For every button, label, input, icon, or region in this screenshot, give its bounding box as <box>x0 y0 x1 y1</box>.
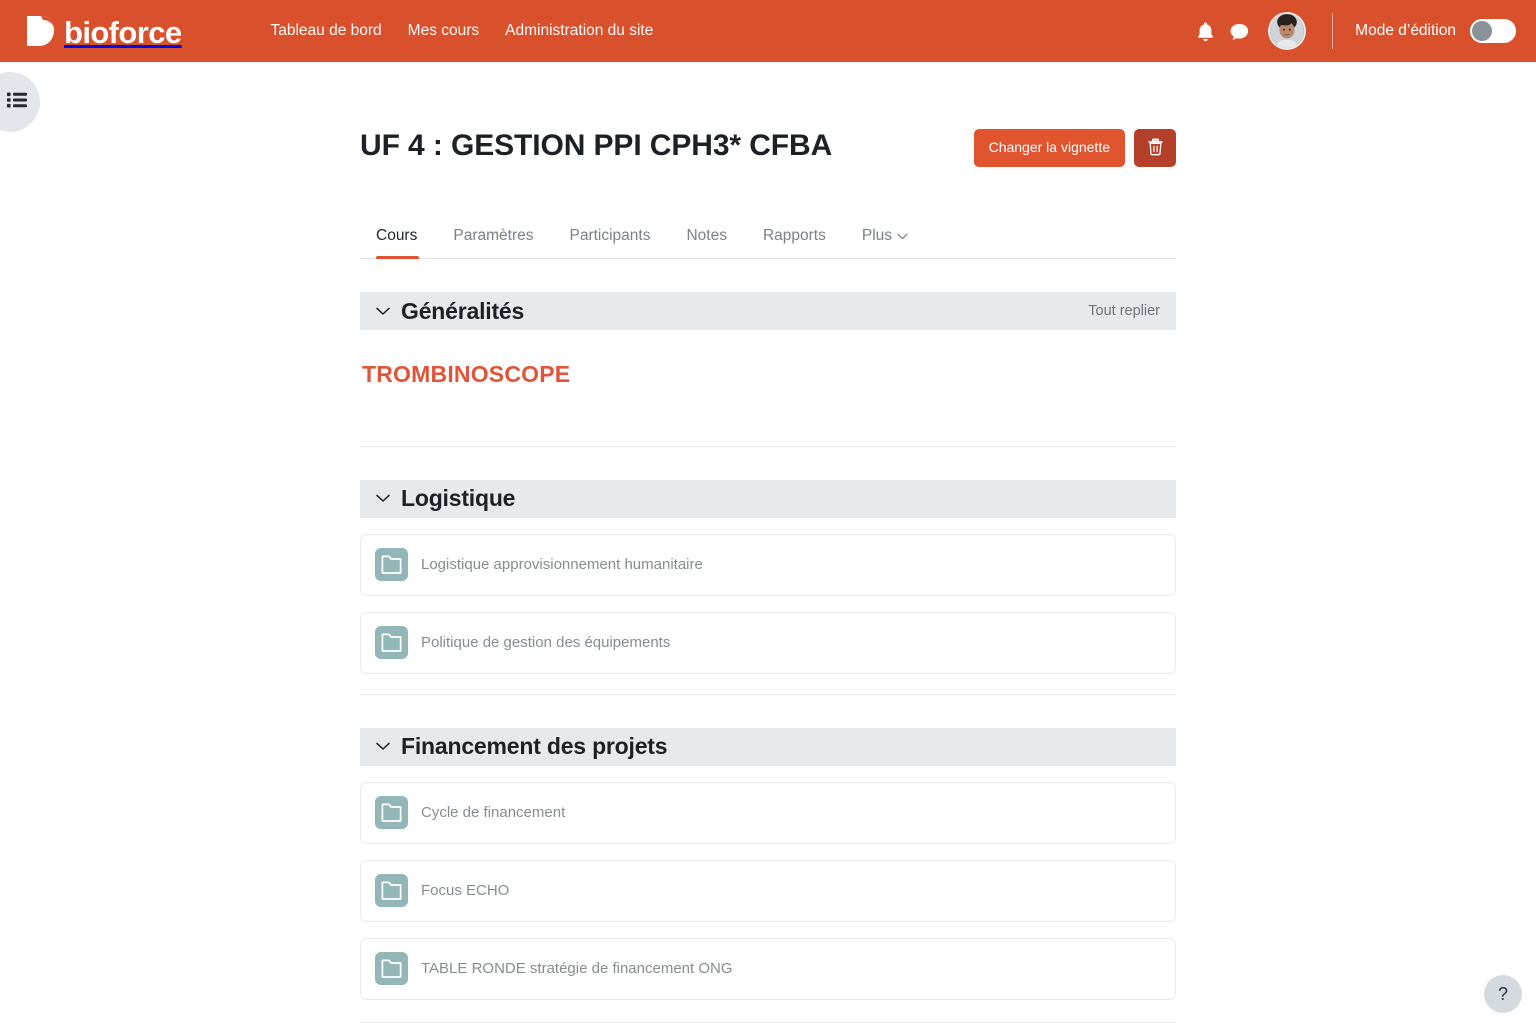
course-header: UF 4 : GESTION PPI CPH3* CFBA Changer la… <box>360 122 1176 171</box>
section-divider <box>360 445 1176 447</box>
list-item[interactable]: Focus ECHO <box>360 859 1176 922</box>
section-divider <box>360 1021 1176 1023</box>
nav-item-my-courses[interactable]: Mes cours <box>408 22 480 40</box>
folder-icon <box>375 796 408 830</box>
section-header: Généralités Tout replier <box>360 292 1176 330</box>
trash-icon <box>1147 138 1164 159</box>
navbar-divider <box>1332 13 1334 49</box>
edit-mode-label: Mode d’édition <box>1355 22 1456 39</box>
course-tabs: Cours Paramètres Participants Notes Rapp… <box>360 213 1176 259</box>
primary-nav: Tableau de bord Mes cours Administration… <box>271 22 654 40</box>
course-index-list-icon <box>7 92 27 113</box>
list-item[interactable]: TABLE RONDE stratégie de financement ONG <box>360 937 1176 1000</box>
section-summary: TROMBINOSCOPE <box>360 330 1176 389</box>
section-header: Logistique <box>360 479 1176 518</box>
folder-icon <box>375 952 408 986</box>
tab-cours-label: Cours <box>376 227 418 244</box>
bell-icon <box>1196 21 1215 42</box>
section-title: Généralités <box>401 297 525 324</box>
list-item[interactable]: Politique de gestion des équipements <box>360 611 1176 674</box>
question-mark-icon: ? <box>1497 983 1508 1004</box>
tab-parametres-label: Paramètres <box>453 227 534 244</box>
section-body: TROMBINOSCOPE <box>360 330 1176 446</box>
change-thumbnail-button[interactable]: Changer la vignette <box>973 129 1125 167</box>
activity-name: Logistique approvisionnement humanitaire <box>421 555 703 573</box>
chevron-down-icon[interactable] <box>374 738 392 756</box>
page-body: UF 4 : GESTION PPI CPH3* CFBA Changer la… <box>0 62 1536 1023</box>
chevron-down-icon[interactable] <box>374 302 392 320</box>
activity-name: Politique de gestion des équipements <box>421 633 671 651</box>
brand-name: bioforce <box>64 14 182 50</box>
activity-name: TABLE RONDE stratégie de financement ONG <box>421 959 733 977</box>
delete-course-button[interactable] <box>1134 129 1176 167</box>
top-navbar: bioforce Tableau de bord Mes cours Admin… <box>0 0 1536 62</box>
edit-mode-toggle-knob <box>1472 21 1492 41</box>
course-header-actions: Changer la vignette <box>973 122 1176 167</box>
folder-icon <box>375 874 408 908</box>
brand-logo-link[interactable]: bioforce <box>25 0 182 62</box>
section-title: Logistique <box>401 485 516 512</box>
help-button[interactable]: ? <box>1484 975 1522 1013</box>
section-header: Financement des projets <box>360 727 1176 766</box>
bioforce-leaf-logo-icon <box>25 14 55 48</box>
tab-rapports[interactable]: Rapports <box>745 227 844 258</box>
folder-icon <box>375 626 408 660</box>
folder-icon <box>375 548 408 582</box>
section-title: Financement des projets <box>401 733 668 760</box>
tab-notes-label: Notes <box>686 227 727 244</box>
edit-mode-toggle[interactable] <box>1470 19 1516 43</box>
tab-cours[interactable]: Cours <box>360 227 435 259</box>
tab-plus-label: Plus <box>861 227 893 244</box>
chevron-down-icon[interactable] <box>374 490 392 508</box>
tab-plus[interactable]: Plus <box>844 227 926 258</box>
nav-item-site-administration[interactable]: Administration du site <box>505 22 653 40</box>
tab-participants[interactable]: Participants <box>551 227 668 258</box>
course-content-region: UF 4 : GESTION PPI CPH3* CFBA Changer la… <box>360 62 1176 1023</box>
tab-parametres[interactable]: Paramètres <box>435 227 551 258</box>
list-item[interactable]: Logistique approvisionnement humanitaire <box>360 533 1176 596</box>
user-avatar[interactable] <box>1268 12 1307 50</box>
activity-name: Focus ECHO <box>421 881 510 899</box>
summary-heading-trombinoscope: TROMBINOSCOPE <box>362 361 571 387</box>
notifications-button[interactable] <box>1188 14 1222 48</box>
tab-rapports-label: Rapports <box>762 227 826 244</box>
section-financement-des-projets: Financement des projets Cycle de finance… <box>360 727 1176 1023</box>
message-bubble-icon <box>1229 22 1250 41</box>
collapse-all-link[interactable]: Tout replier <box>1088 303 1160 319</box>
page-title: UF 4 : GESTION PPI CPH3* CFBA <box>360 129 833 162</box>
section-generalites: Généralités Tout replier TROMBINOSCOPE <box>360 292 1176 447</box>
tab-participants-label: Participants <box>569 227 651 244</box>
navbar-right-cluster: Mode d’édition <box>1188 0 1536 62</box>
tab-notes[interactable]: Notes <box>668 227 745 258</box>
activity-list: Cycle de financement Focus ECHO TABLE RO… <box>360 766 1176 1000</box>
activity-list: Logistique approvisionnement humanitaire… <box>360 518 1176 674</box>
chevron-down-icon <box>897 227 908 245</box>
activity-name: Cycle de financement <box>421 803 566 821</box>
section-divider <box>360 693 1176 695</box>
messages-button[interactable] <box>1222 14 1256 48</box>
section-logistique: Logistique Logistique approvisionnement … <box>360 479 1176 695</box>
nav-item-dashboard[interactable]: Tableau de bord <box>271 22 382 40</box>
list-item[interactable]: Cycle de financement <box>360 781 1176 844</box>
